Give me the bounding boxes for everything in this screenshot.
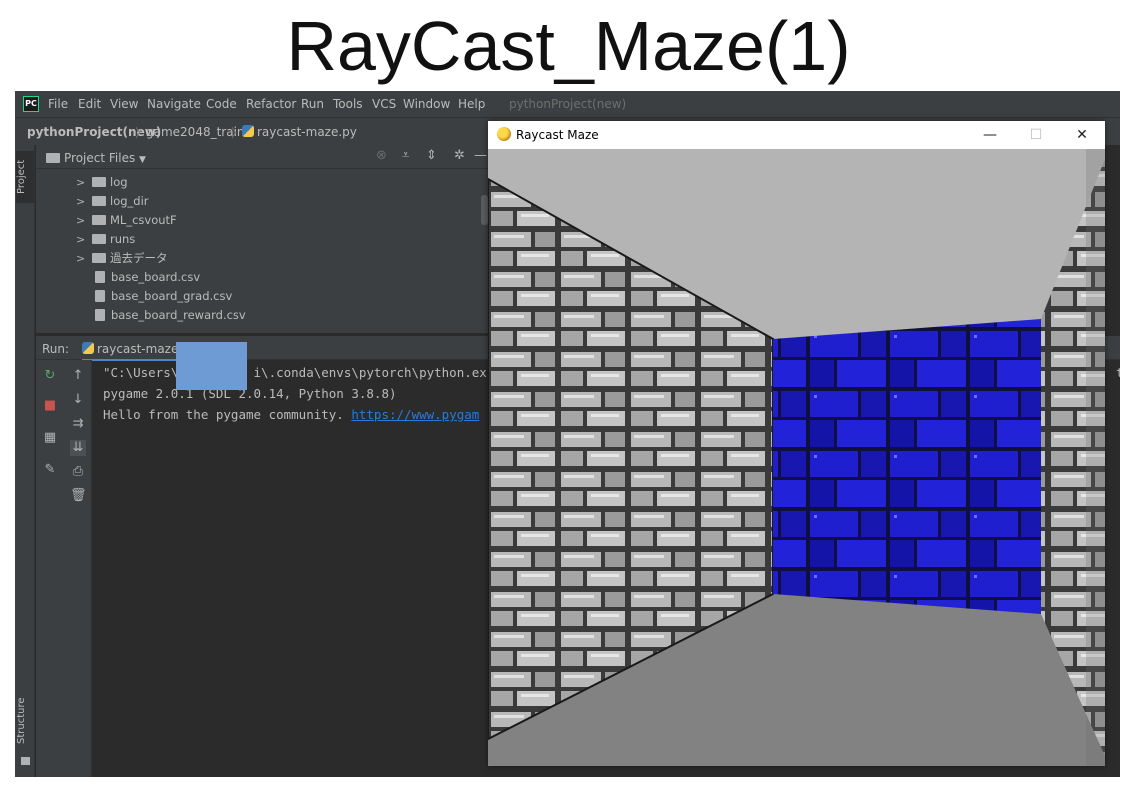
tree-item-label: ML_csvoutF — [110, 213, 177, 227]
tree-file-base-board-reward[interactable]: base_board_reward.csv — [95, 306, 246, 325]
gear-icon[interactable]: ✲ — [454, 148, 465, 163]
arrow-down-icon[interactable]: ↓ — [70, 392, 86, 408]
tree-folder-log-dir[interactable]: > log_dir — [76, 192, 149, 211]
folder-icon — [46, 153, 60, 163]
menu-refactor[interactable]: Refactor — [246, 97, 296, 111]
breadcrumb-folder[interactable]: game2048_train — [146, 125, 245, 139]
project-panel-title: Project Files — [64, 151, 136, 165]
chevron-right-icon: > — [76, 195, 86, 208]
layout-icon[interactable]: ▦ — [42, 430, 58, 446]
locate-icon[interactable]: ⊗ — [376, 148, 387, 163]
scroll-to-end-icon[interactable]: ⇊ — [70, 440, 86, 456]
tree-file-base-board-grad[interactable]: base_board_grad.csv — [95, 287, 232, 306]
tree-item-label: base_board_grad.csv — [111, 289, 233, 303]
tree-folder-past-data[interactable]: > 過去データ — [76, 249, 168, 268]
folder-icon — [92, 234, 106, 244]
tree-item-label: 過去データ — [110, 251, 168, 265]
game-window-title: Raycast Maze — [516, 128, 599, 142]
tab-structure[interactable]: Structure — [16, 690, 34, 752]
python-file-icon — [82, 342, 94, 354]
folder-icon — [92, 215, 106, 225]
project-panel-header: Project Files ▼ ⊗ ⩡ ⇕ ✲ — — [36, 145, 488, 169]
run-toolbar-primary: ↻ ■ ▦ ✎ — [36, 360, 64, 777]
maximize-button[interactable]: ☐ — [1013, 122, 1059, 148]
blue-wall — [773, 319, 1041, 614]
folder-icon — [92, 177, 106, 187]
run-label: Run: — [42, 342, 70, 356]
pin-icon[interactable]: ✎ — [42, 462, 58, 478]
chevron-down-icon: ▼ — [139, 155, 146, 165]
menu-code[interactable]: Code — [206, 97, 237, 111]
tree-item-label: log — [110, 175, 128, 189]
project-panel: Project Files ▼ ⊗ ⩡ ⇕ ✲ — > log > log_dir … — [36, 145, 488, 333]
left-tool-strip: Project Structure — [15, 145, 35, 777]
expand-all-icon[interactable]: ⩡ — [402, 148, 409, 163]
folder-icon — [92, 253, 106, 263]
menu-window[interactable]: Window — [403, 97, 450, 111]
console-line: Hello from the pygame community. https:/… — [103, 407, 479, 422]
console-line: pygame 2.0.1 (SDL 2.0.14, Python 3.8.8) — [103, 386, 397, 401]
menu-file[interactable]: File — [48, 97, 68, 111]
menu-navigate[interactable]: Navigate — [147, 97, 201, 111]
menu-view[interactable]: View — [110, 97, 138, 111]
project-view-selector[interactable]: Project Files ▼ — [46, 151, 146, 165]
menu-run[interactable]: Run — [301, 97, 324, 111]
pygame-icon — [497, 127, 511, 141]
structure-icon[interactable] — [21, 757, 30, 765]
raycast-view[interactable] — [488, 149, 1105, 766]
print-icon[interactable]: ⎙ — [70, 464, 86, 480]
redaction-box — [176, 342, 247, 390]
tree-item-label: log_dir — [110, 194, 149, 208]
project-scrollbar[interactable] — [481, 195, 488, 225]
run-toolbar-secondary: ↑ ↓ ⇉ ⇊ ⎙ 🗑 — [64, 360, 92, 777]
tree-file-base-board[interactable]: base_board.csv — [95, 268, 200, 287]
tree-item-label: base_board_reward.csv — [111, 308, 246, 322]
right-edge-shade — [1086, 149, 1105, 766]
console-link[interactable]: https://www.pygam — [351, 407, 479, 422]
trash-icon[interactable]: 🗑 — [70, 488, 87, 504]
console-overflow-text: t- — [1116, 365, 1120, 380]
tree-item-label: base_board.csv — [111, 270, 201, 284]
console-line: "C:\Users\ i\.conda\envs\pytorch\python.… — [103, 365, 487, 380]
collapse-all-icon[interactable]: ⇕ — [426, 148, 437, 163]
tree-folder-runs[interactable]: > runs — [76, 230, 135, 249]
menu-edit[interactable]: Edit — [78, 97, 101, 111]
chevron-right-icon: > — [76, 252, 86, 265]
slide-title: RayCast_Maze(1) — [286, 7, 851, 85]
pycharm-logo-icon: PC — [23, 96, 39, 112]
hide-panel-icon[interactable]: — — [474, 148, 487, 163]
stop-icon[interactable]: ■ — [42, 398, 58, 414]
run-config-tab[interactable]: raycast-maze — [82, 342, 179, 361]
game-window[interactable]: Raycast Maze — ☐ ✕ — [488, 121, 1105, 766]
breadcrumb-file[interactable]: raycast-maze.py — [242, 125, 357, 139]
python-file-icon — [242, 125, 254, 137]
csv-file-icon — [95, 290, 105, 302]
breadcrumb-file-label: raycast-maze.py — [257, 125, 357, 139]
csv-file-icon — [95, 271, 105, 283]
console-text: Hello from the pygame community. — [103, 407, 352, 422]
game-window-titlebar[interactable]: Raycast Maze — ☐ ✕ — [488, 121, 1105, 148]
menu-vcs[interactable]: VCS — [372, 97, 396, 111]
run-config-label: raycast-maze — [97, 342, 179, 356]
chevron-right-icon: > — [76, 176, 86, 189]
tree-folder-ml-csvoutf[interactable]: > ML_csvoutF — [76, 211, 177, 230]
csv-file-icon — [95, 309, 105, 321]
menu-tools[interactable]: Tools — [333, 97, 363, 111]
folder-icon — [92, 196, 106, 206]
soft-wrap-icon[interactable]: ⇉ — [70, 416, 86, 432]
arrow-up-icon[interactable]: ↑ — [70, 368, 86, 384]
tree-folder-log[interactable]: > log — [76, 173, 128, 192]
tree-item-label: runs — [110, 232, 136, 246]
window-project-name: pythonProject(new) — [509, 97, 627, 111]
close-button[interactable]: ✕ — [1059, 122, 1105, 148]
tab-project[interactable]: Project — [16, 151, 34, 203]
rerun-icon[interactable]: ↻ — [42, 368, 58, 384]
menu-bar: PC File Edit View Navigate Code Refactor… — [15, 91, 1120, 117]
menu-help[interactable]: Help — [458, 97, 485, 111]
chevron-right-icon: > — [76, 214, 86, 227]
chevron-right-icon: > — [76, 233, 86, 246]
minimize-button[interactable]: — — [967, 122, 1013, 148]
